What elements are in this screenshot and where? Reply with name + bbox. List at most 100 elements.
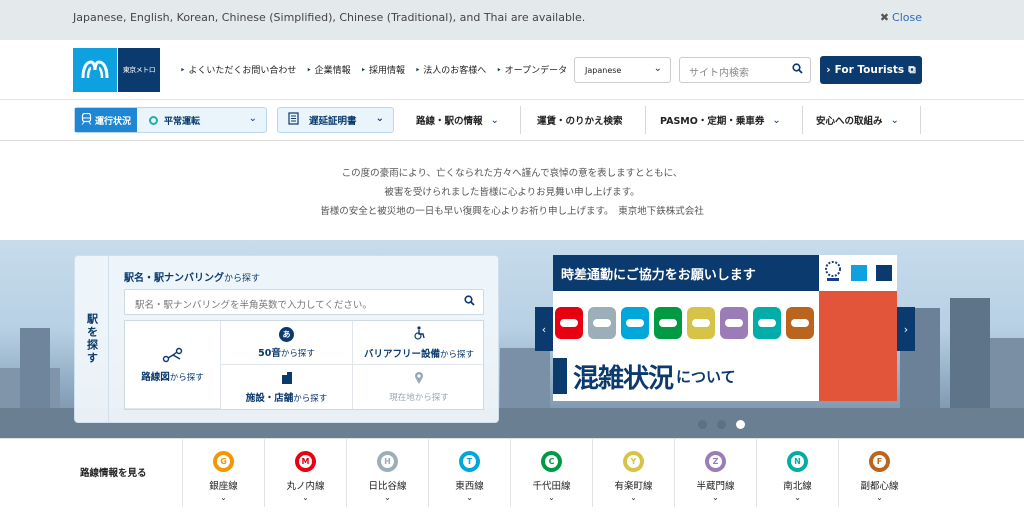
operation-status-label: 運行状況 xyxy=(95,116,132,127)
operation-status-dropdown[interactable]: 運行状況 平常運転 ⌄ xyxy=(74,107,267,133)
line-letter: G xyxy=(217,455,230,468)
nav-divider xyxy=(645,106,646,134)
current-location-search-button[interactable]: 現在地から探す xyxy=(353,365,485,409)
chevron-right-icon: › xyxy=(826,64,831,76)
site-header: 東京メトロ よくいただくお問い合わせ 企業情報 採用情報 法人のお客様へ オープ… xyxy=(0,40,1024,100)
chevron-left-icon: ‹ xyxy=(541,322,547,336)
mascot-m xyxy=(555,307,583,339)
facility-search-button[interactable]: 施設・店舗から探す xyxy=(221,365,353,409)
station-search-title-main: 駅名・駅ナンバリング xyxy=(124,273,224,284)
mascot-eyes xyxy=(725,319,743,327)
recruit-link[interactable]: 採用情報 xyxy=(361,63,405,76)
metro-logo-icon xyxy=(850,265,867,281)
facility-label: 施設・店舗 xyxy=(245,392,294,404)
line-name: 銀座線 xyxy=(209,481,238,492)
search-icon[interactable] xyxy=(464,295,475,309)
delay-certificate-dropdown[interactable]: 遅延証明書 ⌄ xyxy=(277,107,394,133)
line-item-m[interactable]: M 丸ノ内線 ⌄ xyxy=(264,439,346,507)
line-name: 丸ノ内線 xyxy=(286,481,325,492)
route-map-icon xyxy=(162,347,184,366)
chevron-down-icon: ⌄ xyxy=(630,493,637,502)
faq-link[interactable]: よくいただくお問い合わせ xyxy=(180,63,296,76)
line-item-n[interactable]: N 南北線 ⌄ xyxy=(756,439,838,507)
carousel-dot[interactable] xyxy=(717,420,726,429)
nav-safety[interactable]: 安心への取組み ⌄ xyxy=(816,107,899,133)
metro-logo-icon[interactable] xyxy=(73,48,117,92)
mascot-eyes xyxy=(692,319,710,327)
operation-status-label-box: 運行状況 xyxy=(75,108,138,132)
language-notice-text: Japanese, English, Korean, Chinese (Simp… xyxy=(73,11,586,24)
logo-text[interactable]: 東京メトロ xyxy=(118,48,160,92)
chevron-down-icon: ⌄ xyxy=(302,493,309,502)
language-notice-bar: Japanese, English, Korean, Chinese (Simp… xyxy=(0,0,1024,40)
corporate-link[interactable]: 企業情報 xyxy=(306,63,351,76)
line-item-h[interactable]: H 日比谷線 ⌄ xyxy=(346,439,428,507)
banner-suffix-text: について xyxy=(676,367,736,386)
chevron-down-icon: ⌄ xyxy=(466,493,473,502)
line-letter: H xyxy=(381,455,394,468)
line-symbol-icon: G xyxy=(213,451,234,472)
search-options-grid: 路線図から探す あ 50音から探す バリアフリー設備から探す 施設・店舗から探す xyxy=(124,320,485,410)
chevron-down-icon: ⌄ xyxy=(890,114,899,126)
carousel-dot[interactable] xyxy=(736,420,745,429)
mascot-z xyxy=(720,307,748,339)
building-icon xyxy=(281,371,293,387)
line-symbol-icon: C xyxy=(541,451,562,472)
line-item-t[interactable]: T 東西線 ⌄ xyxy=(428,439,510,507)
line-name: 南北線 xyxy=(783,481,812,492)
kana-icon: あ xyxy=(279,326,294,342)
line-item-g[interactable]: G 銀座線 ⌄ xyxy=(182,439,264,507)
chevron-down-icon: ⌄ xyxy=(248,113,257,124)
search-icon[interactable] xyxy=(792,63,803,77)
line-symbol-icon: Y xyxy=(623,451,644,472)
carousel-dot[interactable] xyxy=(698,420,707,429)
line-item-f[interactable]: F 副都心線 ⌄ xyxy=(838,439,920,507)
open-data-link[interactable]: オープンデータ xyxy=(496,63,567,76)
close-icon: ✖ xyxy=(879,11,890,24)
nav-pasmo[interactable]: PASMO・定期・乗車券 ⌄ xyxy=(660,107,781,133)
line-symbol-icon: M xyxy=(295,451,316,472)
line-name: 有楽町線 xyxy=(614,481,653,492)
chevron-down-icon: ⌄ xyxy=(712,493,719,502)
line-symbol-icon: T xyxy=(459,451,480,472)
line-item-y[interactable]: Y 有楽町線 ⌄ xyxy=(592,439,674,507)
banner-carousel[interactable]: 時差通勤にご協力をお願いします 混雑状況 について xyxy=(553,255,897,401)
banner-logos xyxy=(819,255,897,291)
close-button[interactable]: ✖ Close xyxy=(880,11,922,24)
line-name: 日比谷線 xyxy=(368,481,407,492)
for-tourists-label: For Tourists xyxy=(834,64,905,76)
nav-divider xyxy=(802,106,803,134)
station-search-tab[interactable]: 駅を探す xyxy=(75,256,109,422)
line-item-z[interactable]: Z 半蔵門線 ⌄ xyxy=(674,439,756,507)
carousel-next-button[interactable]: › xyxy=(897,307,915,351)
chevron-down-icon: ⌄ xyxy=(794,493,801,502)
running-track-image xyxy=(819,291,897,401)
site-search-input[interactable]: サイト内検索 xyxy=(679,57,811,83)
mascot-f xyxy=(786,307,814,339)
carousel-prev-button[interactable]: ‹ xyxy=(535,307,553,351)
language-select[interactable]: Japanese ⌄ xyxy=(574,57,671,83)
carousel-dots xyxy=(698,420,745,429)
mascot-c xyxy=(654,307,682,339)
line-name: 千代田線 xyxy=(532,481,571,492)
route-map-search-button[interactable]: 路線図から探す xyxy=(125,321,221,409)
line-item-c[interactable]: C 千代田線 ⌄ xyxy=(510,439,592,507)
condolence-notice: この度の豪雨により、亡くなられた方々へ謹んで哀悼の意を表しますとともに、 被害を… xyxy=(0,141,1024,240)
barrier-free-search-button[interactable]: バリアフリー設備から探す xyxy=(353,321,485,365)
line-symbol-icon: N xyxy=(787,451,808,472)
station-search-input[interactable]: 駅名・駅ナンバリングを半角英数で入力してください。 xyxy=(124,289,484,315)
business-link[interactable]: 法人のお客様へ xyxy=(415,63,486,76)
for-tourists-button[interactable]: › For Tourists ⧉ xyxy=(820,56,922,84)
notice-line: 被害を受けられました皆様に心よりお見舞い申し上げます。 xyxy=(384,187,640,198)
nav-lines-stations[interactable]: 路線・駅の情報 ⌄ xyxy=(416,107,499,133)
external-link-icon: ⧉ xyxy=(908,63,916,76)
kana-label-wrap: 50音から探す xyxy=(258,345,315,359)
kana-suffix: から探す xyxy=(280,348,315,359)
line-info-label: 路線情報を見る xyxy=(80,468,147,479)
line-name: 東西線 xyxy=(455,481,484,492)
logo-text-icon xyxy=(876,265,893,281)
mascot-eyes xyxy=(791,319,809,327)
nav-fare-search[interactable]: 運賃・のりかえ検索 xyxy=(537,107,623,133)
kana-search-button[interactable]: あ 50音から探す xyxy=(221,321,353,365)
language-select-value: Japanese xyxy=(585,66,622,75)
